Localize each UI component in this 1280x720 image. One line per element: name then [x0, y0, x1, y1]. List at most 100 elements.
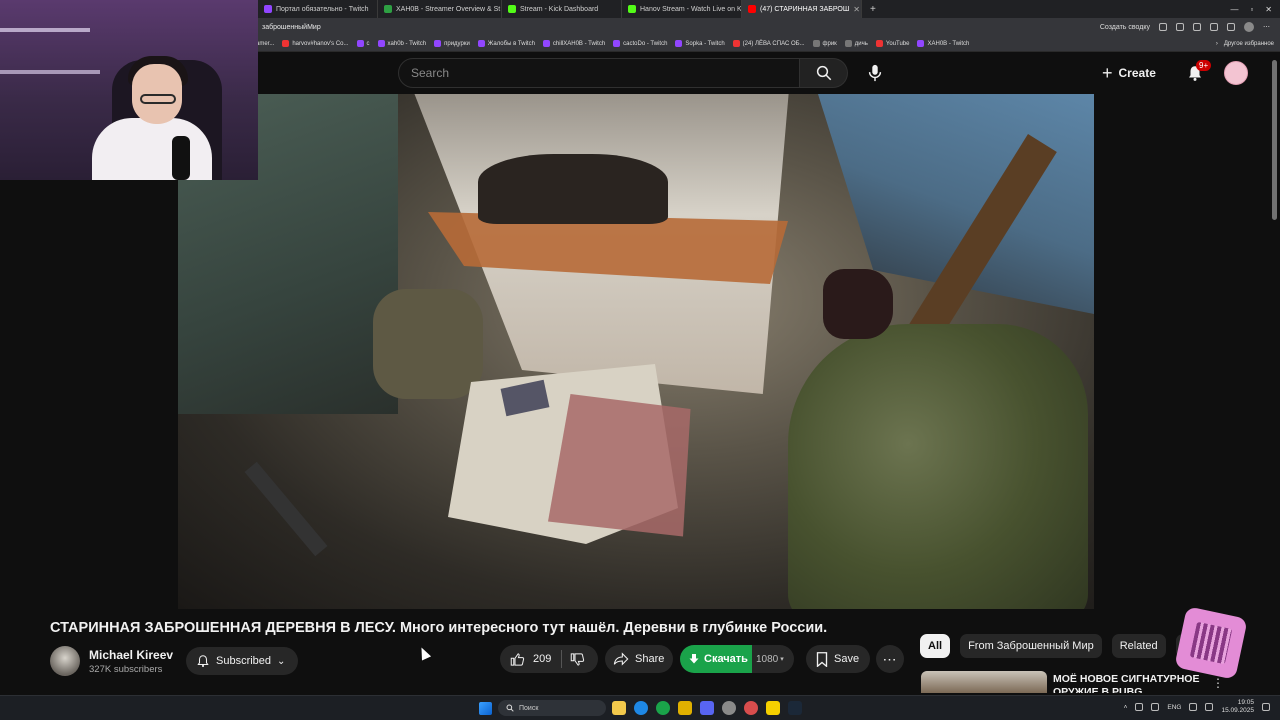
- thumbs-down-icon[interactable]: [570, 652, 585, 667]
- summary-button[interactable]: Создать сводку: [1100, 24, 1150, 31]
- save-button[interactable]: Save: [806, 645, 870, 673]
- bookmark-item[interactable]: придурки: [434, 40, 470, 47]
- tray-icon[interactable]: [1151, 703, 1160, 711]
- youtube-favicon-icon: [748, 5, 756, 13]
- bookmark-item[interactable]: c: [356, 40, 370, 47]
- video-frame-camo-arm: [788, 324, 1088, 609]
- bookmark-item[interactable]: XAH0B - Twitch: [917, 40, 969, 47]
- bookmark-item[interactable]: YouTube: [875, 40, 909, 47]
- chip-from-channel[interactable]: From Заброшенный Мир: [960, 634, 1102, 658]
- file-explorer-icon[interactable]: [612, 701, 626, 715]
- twitch-icon: [613, 40, 621, 47]
- cam-shelf: [0, 70, 100, 74]
- menu-dots-icon[interactable]: ⋯: [1263, 23, 1270, 31]
- other-bookmarks-label: Другое избранное: [1223, 40, 1274, 47]
- extensions-icon[interactable]: [1210, 23, 1218, 31]
- bookmark-item[interactable]: xah0b - Twitch: [377, 40, 427, 47]
- search-input[interactable]: Search: [398, 58, 800, 88]
- subscribed-label: Subscribed: [216, 655, 272, 667]
- video-frame-stove-opening: [478, 154, 668, 224]
- close-window-icon[interactable]: ✕: [1265, 5, 1272, 14]
- more-actions-button[interactable]: ⋯: [876, 645, 904, 673]
- browser-tab-3[interactable]: Stream - Kick Dashboard: [502, 0, 622, 18]
- app-icon[interactable]: [678, 701, 692, 715]
- create-label: Create: [1118, 66, 1156, 80]
- steam-icon[interactable]: [788, 701, 802, 715]
- zoom-icon[interactable]: [1176, 23, 1184, 31]
- windows-start-icon[interactable]: [479, 702, 492, 715]
- browser-tab-1[interactable]: Портал обязательно - Twitch: [258, 0, 378, 18]
- chip-related[interactable]: Related: [1111, 634, 1166, 658]
- tab-title: Портал обязательно - Twitch: [276, 5, 369, 13]
- account-avatar[interactable]: [1224, 61, 1248, 85]
- wifi-icon[interactable]: [1189, 703, 1198, 711]
- search-button[interactable]: [800, 58, 848, 88]
- tray-chevron-icon[interactable]: ˄: [1124, 704, 1128, 711]
- bookmark-item[interactable]: (24) ЛЁВА СПАС ОБ...: [732, 40, 805, 47]
- browser-tab-active[interactable]: (47) СТАРИННАЯ ЗАБРОШ ✕: [742, 0, 862, 18]
- bookmark-label: c: [366, 40, 370, 47]
- plus-icon: +: [1102, 62, 1113, 83]
- webcam-overlay: [0, 0, 258, 180]
- cam-microphone: [172, 136, 190, 180]
- recommendation-thumbnail[interactable]: [921, 671, 1047, 693]
- bookmark-item[interactable]: harvov#hanov's Co...: [282, 40, 349, 47]
- thumbs-up-icon[interactable]: [510, 652, 525, 667]
- discord-icon[interactable]: [700, 701, 714, 715]
- browser-tab-2[interactable]: XAH0B - Streamer Overview & St: [378, 0, 502, 18]
- settings-icon[interactable]: [722, 701, 736, 715]
- page-scrollbar[interactable]: [1272, 60, 1277, 220]
- video-player[interactable]: [178, 94, 1094, 609]
- new-tab-icon[interactable]: +: [862, 4, 876, 15]
- bookmark-label: xah0b - Twitch: [387, 40, 427, 47]
- edge-icon[interactable]: [634, 701, 648, 715]
- bookmark-icon: [356, 40, 364, 47]
- twitch-icon: [675, 40, 683, 47]
- bookmark-item[interactable]: Жалобы в Twitch: [477, 40, 535, 47]
- quality-select[interactable]: 1080 ▾: [752, 645, 794, 673]
- favorites-icon[interactable]: [1227, 23, 1235, 31]
- create-button[interactable]: + Create: [1102, 60, 1156, 86]
- chrome-icon[interactable]: [744, 701, 758, 715]
- close-tab-icon[interactable]: ✕: [853, 5, 860, 14]
- browser-tab-4[interactable]: Hanov Stream - Watch Live on K: [622, 0, 742, 18]
- minimize-icon[interactable]: —: [1230, 5, 1238, 14]
- share-icon: [613, 652, 629, 666]
- bookmark-label: amer...: [256, 40, 275, 47]
- channel-avatar[interactable]: [50, 646, 80, 676]
- bookmark-item[interactable]: cactoDo - Twitch: [613, 40, 667, 47]
- maximize-icon[interactable]: ▫: [1250, 5, 1253, 14]
- profile-avatar[interactable]: [1244, 22, 1254, 32]
- video-title: СТАРИННАЯ ЗАБРОШЕННАЯ ДЕРЕВНЯ В ЛЕСУ. Мн…: [50, 620, 828, 636]
- reader-icon[interactable]: [1159, 23, 1167, 31]
- recommendation-menu-icon[interactable]: ⋮: [1212, 676, 1224, 690]
- star-icon[interactable]: [1193, 23, 1201, 31]
- bookmark-item[interactable]: фрик: [812, 40, 837, 47]
- bookmark-item[interactable]: дичь: [844, 40, 868, 47]
- bookmark-item[interactable]: chillXAH0B - Twitch: [542, 40, 605, 47]
- clock-time: 19:05: [1237, 699, 1254, 706]
- subscribed-button[interactable]: Subscribed ⌄: [186, 647, 298, 675]
- chip-all[interactable]: All: [920, 634, 951, 658]
- bookmark-icon: [816, 651, 828, 667]
- voice-search-button[interactable]: [860, 58, 890, 88]
- bookmark-label: дичь: [854, 40, 868, 47]
- language-indicator[interactable]: ENG: [1167, 704, 1181, 711]
- download-button[interactable]: Скачать: [680, 645, 752, 673]
- bookmark-item[interactable]: amer...: [256, 41, 274, 47]
- taskbar-search[interactable]: Поиск: [498, 700, 606, 716]
- recommendation-title[interactable]: МОЁ НОВОЕ СИГНАТУРНОЕ ОРУЖИЕ В PUBG: [1053, 673, 1213, 693]
- taskbar-clock[interactable]: 19:05 15.09.2025: [1221, 699, 1254, 715]
- share-button[interactable]: Share: [605, 645, 673, 673]
- app-icon[interactable]: [766, 701, 780, 715]
- other-bookmarks[interactable]: › Другое избранное: [1216, 41, 1280, 47]
- channel-name[interactable]: Michael Kireev: [89, 648, 173, 662]
- chevron-down-icon: ⌄: [277, 655, 286, 667]
- app-icon[interactable]: [656, 701, 670, 715]
- bookmark-icon: [844, 40, 852, 47]
- bookmark-item[interactable]: Sopka - Twitch: [675, 40, 725, 47]
- mouse-cursor-icon: [416, 645, 432, 661]
- notifications-icon[interactable]: [1262, 703, 1270, 711]
- volume-icon[interactable]: [1205, 703, 1214, 711]
- tray-icon[interactable]: [1135, 703, 1144, 711]
